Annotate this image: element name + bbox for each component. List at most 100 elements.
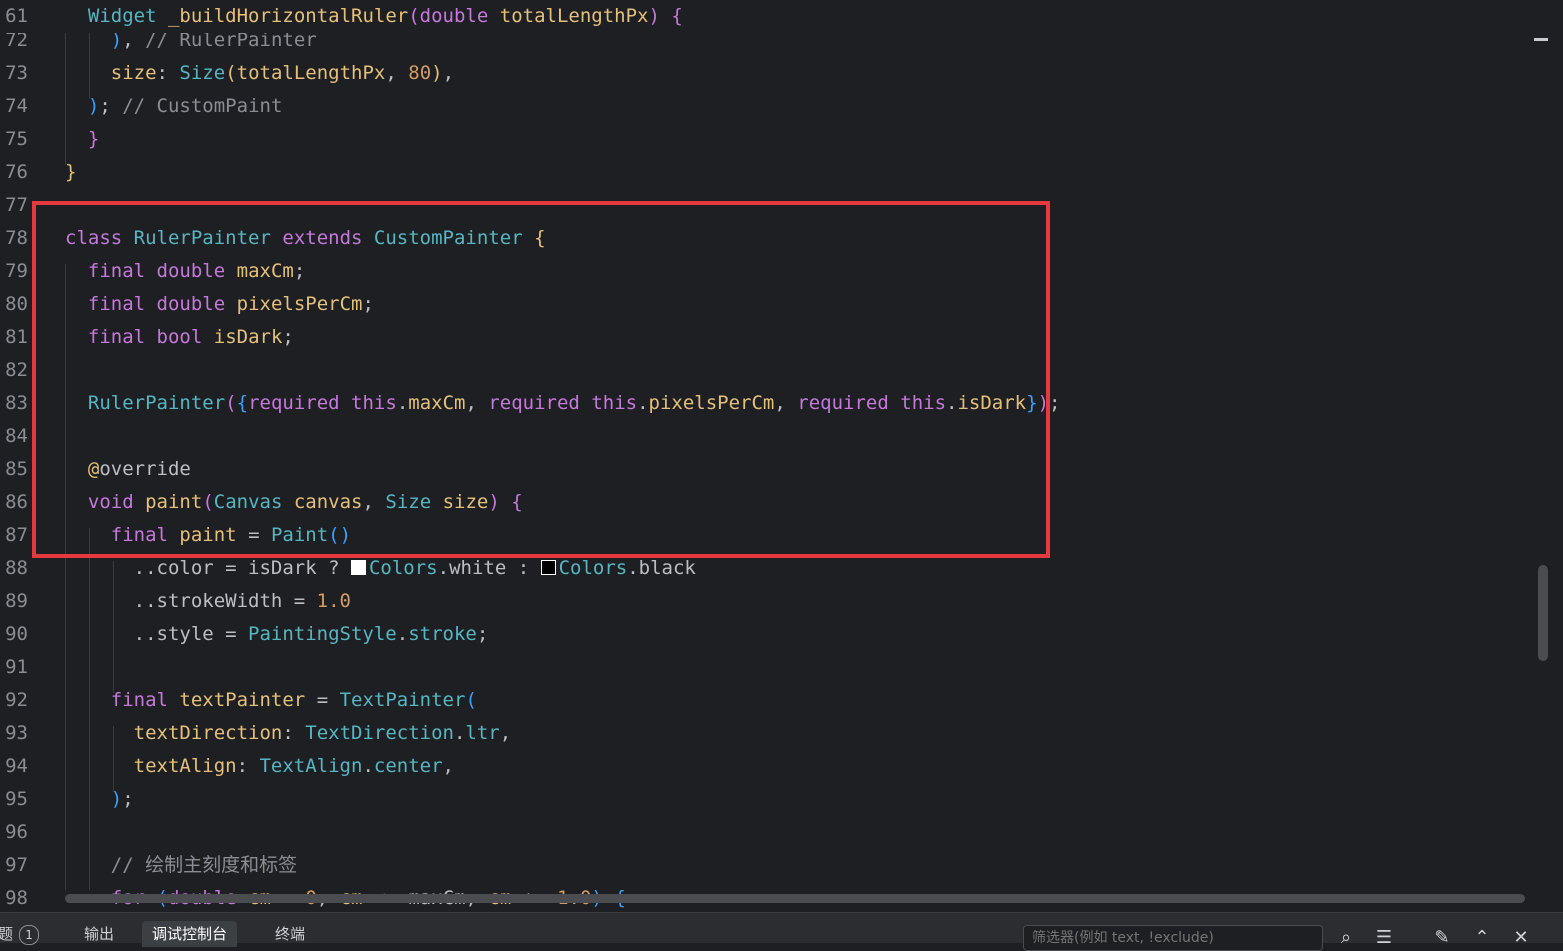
sticky-code-line: Widget _buildHorizontalRuler(double tota… [87,5,683,27]
line-number: 87 [5,524,28,546]
problems-count-badge: 1 [19,925,40,945]
code-editor[interactable]: 61 Widget _buildHorizontalRuler(double t… [0,0,1563,912]
line-number: 86 [5,491,28,513]
line-number: 73 [5,62,28,84]
color-swatch-black[interactable] [540,560,556,575]
line-number: 83 [5,392,28,414]
code-line[interactable]: 74 ); // CustomPaint [0,90,1530,123]
line-number: 95 [5,788,28,810]
indent-guide [113,561,114,693]
code-line[interactable]: 92 final textPainter = TextPainter( [0,684,1530,717]
filter-input[interactable] [1023,925,1323,951]
bottom-panel: 题1 输出 调试控制台 终端 ⌕ ☰ ✎ ⌃ ✕ [0,912,1563,951]
code-text: ); [110,788,134,810]
code-text: final double maxCm; [87,260,306,282]
line-number: 96 [5,821,28,843]
horizontal-scrollbar[interactable] [0,890,1530,906]
code-text: textAlign: TextAlign.center, [133,755,454,777]
sticky-scroll-header[interactable]: 61 Widget _buildHorizontalRuler(double t… [0,0,1530,33]
line-number: 82 [5,359,28,381]
line-number: 75 [5,128,28,150]
code-line[interactable]: 87 final paint = Paint() [0,519,1530,552]
code-line[interactable]: 85 @override [0,453,1530,486]
indent-guide [65,33,66,165]
color-swatch-white[interactable] [350,560,366,575]
tab-label: 终端 [275,925,306,943]
horizontal-scrollbar-thumb[interactable] [65,894,1525,903]
tab-output[interactable]: 输出 [74,921,124,947]
code-line[interactable]: 93 textDirection: TextDirection.ltr, [0,717,1530,750]
line-number: 91 [5,656,28,678]
tab-label: 题 [0,925,14,943]
tab-terminal[interactable]: 终端 [265,921,315,947]
edit-icon[interactable]: ✎ [1431,927,1453,949]
code-line[interactable]: 94 textAlign: TextAlign.center, [0,750,1530,783]
code-line[interactable]: 95 ); [0,783,1530,816]
code-line[interactable]: 96 [0,816,1530,849]
code-line[interactable]: 79 final double maxCm; [0,255,1530,288]
overview-ruler-marker [1534,38,1548,41]
line-number: 85 [5,458,28,480]
code-line[interactable]: 82 [0,354,1530,387]
indent-guide [113,726,114,792]
tab-label: 输出 [84,925,115,943]
code-line[interactable]: 89 ..strokeWidth = 1.0 [0,585,1530,618]
vertical-scrollbar-thumb[interactable] [1538,565,1548,661]
code-text: size: Size(totalLengthPx, 80), [110,62,455,84]
code-line[interactable]: 77 [0,189,1530,222]
indent-guide [65,264,66,890]
code-line[interactable]: 83 RulerPainter({required this.maxCm, re… [0,387,1530,420]
code-text: ..style = PaintingStyle.stroke; [133,623,489,645]
line-number: 88 [5,557,28,579]
line-number: 89 [5,590,28,612]
line-number: 74 [5,95,28,117]
code-text: textDirection: TextDirection.ltr, [133,722,512,744]
line-number: 76 [5,161,28,183]
tab-debug-console[interactable]: 调试控制台 [142,921,238,947]
line-number: 79 [5,260,28,282]
line-number: 90 [5,623,28,645]
code-line[interactable]: 88 ..color = isDark ? Colors.white : Col… [0,552,1530,585]
tab-problems[interactable]: 题1 [0,921,49,947]
code-line[interactable]: 91 [0,651,1530,684]
code-line[interactable]: 73 size: Size(totalLengthPx, 80), [0,57,1530,90]
code-text: ); // CustomPaint [87,95,283,117]
menu-icon[interactable]: ☰ [1373,927,1395,949]
line-number: 92 [5,689,28,711]
code-text: } [65,161,77,183]
code-text: ..strokeWidth = 1.0 [133,590,351,612]
code-text: void paint(Canvas canvas, Size size) { [87,491,523,513]
line-number: 84 [5,425,28,447]
line-number: 80 [5,293,28,315]
code-line[interactable]: 75 } [0,123,1530,156]
chevron-up-icon[interactable]: ⌃ [1471,927,1493,949]
code-line[interactable]: 90 ..style = PaintingStyle.stroke; [0,618,1530,651]
code-text: @override [87,458,191,480]
code-text: ..color = isDark ? Colors.white : Colors… [133,557,696,579]
code-text: final double pixelsPerCm; [87,293,374,315]
code-text: } [87,128,100,150]
code-text: final bool isDark; [87,326,294,348]
line-number: 61 [5,5,28,27]
line-number: 93 [5,722,28,744]
code-text: final textPainter = TextPainter( [110,689,477,711]
line-number: 81 [5,326,28,348]
code-line[interactable]: 78 class RulerPainter extends CustomPain… [0,222,1530,255]
code-line[interactable]: 84 [0,420,1530,453]
code-line[interactable]: 86 void paint(Canvas canvas, Size size) … [0,486,1530,519]
line-number: 94 [5,755,28,777]
close-icon[interactable]: ✕ [1510,927,1532,949]
code-text: RulerPainter({required this.maxCm, requi… [87,392,1061,414]
code-line[interactable]: 81 final bool isDark; [0,321,1530,354]
code-line[interactable]: 76 } [0,156,1530,189]
code-line[interactable]: 97 // 绘制主刻度和标签 [0,849,1530,882]
line-number: 77 [5,194,28,216]
code-text: final paint = Paint() [110,524,352,546]
search-icon[interactable]: ⌕ [1335,927,1357,949]
line-number: 78 [5,227,28,249]
vertical-scrollbar[interactable] [1530,0,1563,912]
indent-guide [89,528,90,890]
tab-label: 调试控制台 [152,925,228,943]
code-text: class RulerPainter extends CustomPainter… [65,227,546,249]
code-line[interactable]: 80 final double pixelsPerCm; [0,288,1530,321]
